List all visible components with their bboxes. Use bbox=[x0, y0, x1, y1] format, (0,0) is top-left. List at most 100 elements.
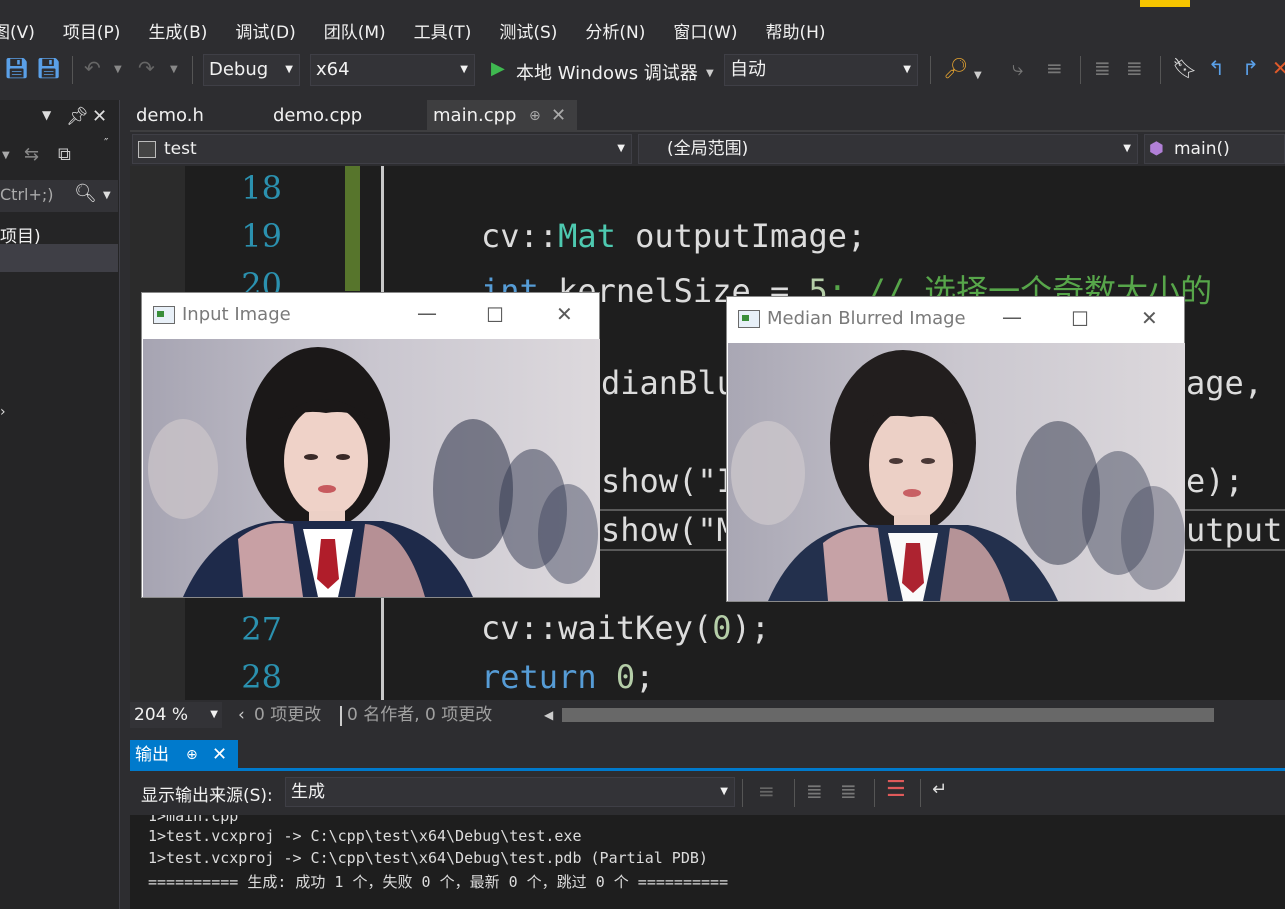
menu-team[interactable]: 团队(M) bbox=[324, 18, 386, 43]
redo-icon[interactable]: ↷ bbox=[138, 58, 155, 78]
step-into-icon[interactable]: ⤷ bbox=[1012, 58, 1023, 78]
tab-demo-h[interactable]: demo.h bbox=[130, 100, 265, 132]
comment-icon[interactable]: ≣ bbox=[1094, 58, 1111, 78]
menu-project[interactable]: 项目(P) bbox=[63, 18, 121, 43]
close-icon[interactable]: ✕ bbox=[1141, 306, 1158, 330]
close-icon[interactable]: ✕ bbox=[556, 302, 573, 326]
close-icon[interactable]: ✕ bbox=[212, 740, 227, 770]
close-icon[interactable]: ✕ bbox=[551, 100, 566, 132]
pin-icon[interactable]: ⊕ bbox=[529, 100, 541, 132]
feedback-badge[interactable] bbox=[1140, 0, 1190, 7]
panel-menu-icon[interactable]: ▼ bbox=[42, 108, 51, 122]
undo-dropdown-icon[interactable]: ▼ bbox=[114, 60, 122, 80]
output-line: 1>test.vcxproj -> C:\cpp\test\x64\Debug\… bbox=[148, 827, 582, 845]
window-title-bar[interactable]: Median Blurred Image — ☐ ✕ bbox=[727, 297, 1184, 343]
code-line: cv::Mat outputImage; bbox=[481, 217, 867, 255]
code-line: e); bbox=[1186, 462, 1244, 500]
find-message-icon[interactable]: ≡ bbox=[758, 779, 775, 803]
chevron-left-icon[interactable]: ‹ bbox=[238, 702, 245, 728]
close-icon[interactable]: ✕ bbox=[92, 106, 107, 127]
window-title-bar[interactable]: Input Image — ☐ ✕ bbox=[142, 293, 599, 339]
menu-analyze[interactable]: 分析(N) bbox=[585, 18, 645, 43]
clear-bookmarks-icon[interactable]: ✕ bbox=[1272, 58, 1285, 78]
search-icon[interactable]: 🔍︎ bbox=[74, 183, 97, 204]
status-divider bbox=[340, 706, 342, 726]
menu-debug[interactable]: 调试(D) bbox=[235, 18, 295, 43]
code-line: return 0; bbox=[481, 658, 655, 696]
menu-tools[interactable]: 工具(T) bbox=[414, 18, 472, 43]
menu-help[interactable]: 帮助(H) bbox=[765, 18, 825, 43]
minimize-icon[interactable]: — bbox=[1002, 305, 1022, 329]
find-in-files-icon[interactable]: 🔎︎ bbox=[943, 58, 968, 78]
overflow-icon[interactable]: ″ bbox=[104, 136, 108, 150]
pin-icon[interactable]: 📌︎ bbox=[66, 106, 89, 127]
member-select[interactable]: ⬢ main() bbox=[1144, 134, 1285, 164]
tab-demo-cpp[interactable]: demo.cpp bbox=[267, 100, 425, 132]
chevron-down-icon: ▼ bbox=[210, 709, 218, 720]
previous-message-icon[interactable]: ≣ bbox=[806, 779, 823, 803]
output-source-value: 生成 bbox=[291, 782, 325, 802]
configuration-select[interactable]: Debug ▼ bbox=[203, 54, 300, 86]
search-placeholder: Ctrl+;) bbox=[0, 185, 54, 204]
solution-search-input[interactable]: Ctrl+;) 🔍︎ ▼ bbox=[0, 180, 118, 212]
output-line: 1>test.vcxproj -> C:\cpp\test\x64\Debug\… bbox=[148, 849, 708, 867]
zoom-value: 204 % bbox=[134, 705, 189, 725]
word-wrap-icon[interactable]: ↵ bbox=[932, 779, 947, 800]
author-count[interactable]: 0 名作者, 0 项更改 bbox=[347, 702, 492, 728]
sync-icon[interactable]: ⇆ bbox=[24, 144, 39, 165]
bookmark-icon[interactable]: 🔖︎ bbox=[1172, 58, 1197, 78]
next-message-icon[interactable]: ≣ bbox=[840, 779, 857, 803]
median-blurred-window[interactable]: Median Blurred Image — ☐ ✕ bbox=[726, 296, 1185, 602]
scope-value: (全局范围) bbox=[667, 139, 749, 159]
code-line: show("M bbox=[601, 511, 736, 549]
maximize-icon[interactable]: ☐ bbox=[1071, 307, 1089, 331]
next-bookmark-icon[interactable]: ↱ bbox=[1242, 58, 1259, 78]
tab-output[interactable]: 输出 ⊕ ✕ bbox=[130, 740, 238, 770]
line-number: 18 bbox=[241, 169, 282, 207]
platform-select[interactable]: x64 ▼ bbox=[310, 54, 475, 86]
project-select[interactable]: test ▼ bbox=[132, 134, 632, 164]
maximize-icon[interactable]: ☐ bbox=[486, 303, 504, 327]
editor-status-bar: 204 % ▼ ‹ 0 项更改 0 名作者, 0 项更改 ◀ bbox=[130, 700, 1285, 730]
menu-view[interactable]: 图(V) bbox=[0, 18, 35, 43]
zoom-select[interactable]: 204 % ▼ bbox=[130, 702, 222, 728]
menu-build[interactable]: 生成(B) bbox=[148, 18, 207, 43]
member-value: main() bbox=[1174, 139, 1230, 159]
pin-icon[interactable]: ⊕ bbox=[186, 740, 198, 770]
project-icon bbox=[138, 141, 156, 158]
find-dropdown-icon[interactable]: ▼ bbox=[974, 66, 982, 86]
uncomment-icon[interactable]: ≣ bbox=[1126, 58, 1143, 78]
scroll-left-icon[interactable]: ◀ bbox=[544, 702, 553, 728]
run-debugger-button[interactable]: 本地 Windows 调试器 bbox=[516, 59, 698, 85]
play-icon[interactable]: ▶ bbox=[491, 59, 505, 79]
selected-tree-item[interactable] bbox=[0, 244, 118, 272]
clear-all-icon[interactable]: ☰ bbox=[886, 777, 906, 802]
scope-select[interactable]: (全局范围) ▼ bbox=[638, 134, 1138, 164]
horizontal-scrollbar[interactable] bbox=[562, 708, 1214, 722]
redo-dropdown-icon[interactable]: ▼ bbox=[170, 60, 178, 80]
menu-window[interactable]: 窗口(W) bbox=[673, 18, 737, 43]
undo-icon[interactable]: ↶ bbox=[84, 58, 101, 78]
save-icon[interactable]: 💾︎ bbox=[4, 58, 29, 78]
toolbar: 💾︎ 💾︎ ↶ ▼ ↷ ▼ Debug ▼ x64 ▼ ▶ 本地 Windows… bbox=[0, 50, 1285, 90]
tab-main-cpp[interactable]: main.cpp ⊕ ✕ bbox=[427, 100, 577, 132]
output-source-select[interactable]: 生成 ▼ bbox=[285, 777, 735, 807]
code-line: cv::waitKey(0); bbox=[481, 609, 770, 647]
output-text-area[interactable]: 1>main.cpp 1>test.vcxproj -> C:\cpp\test… bbox=[130, 815, 1285, 909]
minimize-icon[interactable]: — bbox=[417, 301, 437, 325]
input-image-window[interactable]: Input Image — ☐ ✕ bbox=[141, 292, 600, 598]
save-all-icon[interactable]: 💾︎ bbox=[36, 58, 61, 78]
output-panel-header: 输出 ⊕ ✕ bbox=[130, 740, 1285, 770]
tree-expander-icon[interactable]: › bbox=[0, 404, 6, 420]
search-dropdown-icon[interactable]: ▼ bbox=[103, 190, 111, 201]
step-over-icon[interactable]: ≡ bbox=[1046, 58, 1063, 78]
back-dropdown-icon[interactable]: ▼ bbox=[2, 150, 10, 161]
document-tabs: demo.h demo.cpp main.cpp ⊕ ✕ bbox=[130, 100, 1285, 132]
menu-test[interactable]: 测试(S) bbox=[499, 18, 557, 43]
collapse-all-icon[interactable]: ⧉ bbox=[58, 144, 71, 165]
change-count[interactable]: 0 项更改 bbox=[254, 702, 321, 728]
run-mode-select[interactable]: 自动 ▼ bbox=[724, 54, 918, 86]
previous-bookmark-icon[interactable]: ↰ bbox=[1208, 58, 1225, 78]
menu-bar: 图(V) 项目(P) 生成(B) 调试(D) 团队(M) 工具(T) 测试(S)… bbox=[0, 12, 1285, 48]
run-dropdown-icon[interactable]: ▼ bbox=[706, 64, 714, 84]
